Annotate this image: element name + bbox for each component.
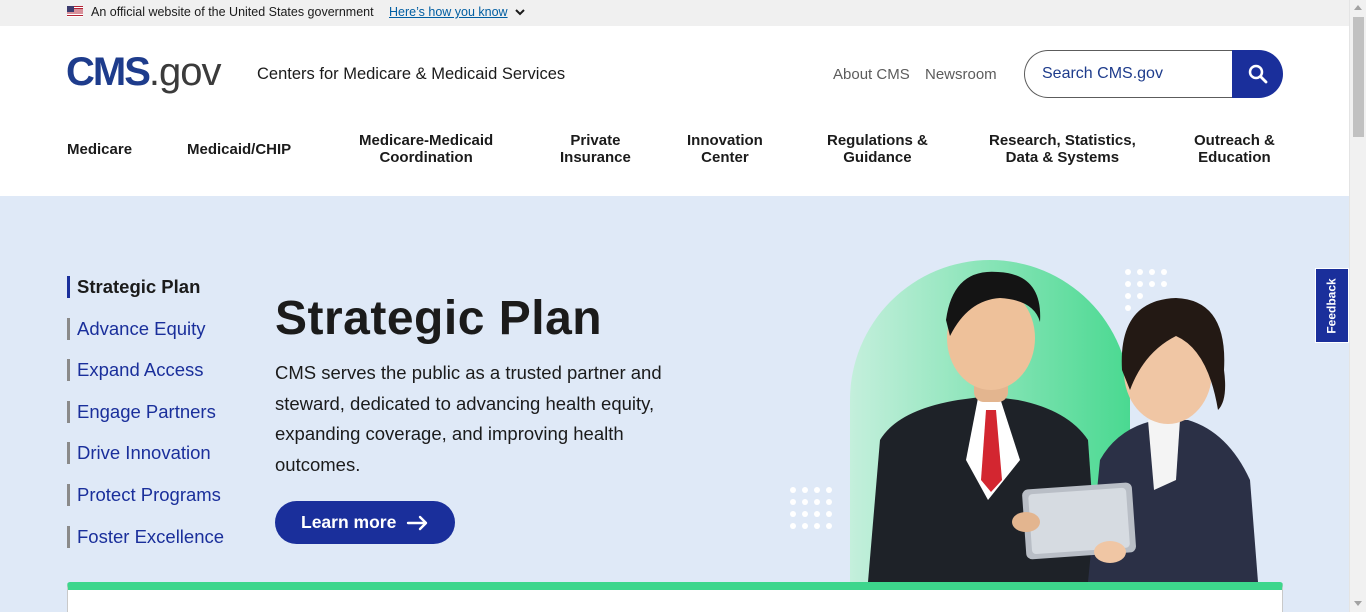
nav-research-statistics[interactable]: Research, Statistics, Data & Systems (989, 132, 1136, 166)
gov-banner-text: An official website of the United States… (91, 5, 374, 19)
learn-more-button[interactable]: Learn more (275, 501, 455, 544)
scroll-thumb[interactable] (1353, 17, 1364, 137)
page-scrollbar[interactable] (1349, 0, 1366, 612)
side-nav-strategic-plan[interactable]: Strategic Plan (67, 276, 224, 298)
hero-people-image (790, 260, 1258, 582)
nav-medicaid-chip[interactable]: Medicaid/CHIP (187, 141, 291, 158)
side-nav-expand-access[interactable]: Expand Access (67, 359, 224, 382)
hero-description: CMS serves the public as a trusted partn… (275, 362, 662, 475)
learn-more-label: Learn more (301, 512, 397, 532)
heres-how-you-know-link[interactable]: Here’s how you know (389, 5, 508, 19)
content-card (67, 582, 1283, 612)
arrow-right-icon (407, 515, 428, 530)
newsroom-link[interactable]: Newsroom (925, 66, 997, 83)
nav-medicare-medicaid-coordination[interactable]: Medicare-Medicaid Coordination (359, 132, 493, 166)
chevron-down-icon[interactable] (513, 5, 527, 19)
logo-gov-text: .gov (148, 50, 222, 94)
nav-outreach-education[interactable]: Outreach & Education (1194, 132, 1275, 166)
us-flag-icon (67, 6, 83, 17)
search-input[interactable] (1024, 50, 1236, 98)
feedback-tab[interactable]: Feedback (1315, 268, 1349, 343)
strategic-plan-side-nav: Strategic Plan Advance Equity Expand Acc… (67, 276, 224, 567)
nav-innovation-center[interactable]: Innovation Center (687, 132, 763, 166)
search-icon (1248, 64, 1267, 84)
feedback-label: Feedback (1325, 277, 1340, 334)
scroll-up-arrow-icon[interactable] (1354, 5, 1362, 10)
gov-banner: An official website of the United States… (0, 0, 1349, 26)
hero-section: Strategic Plan Advance Equity Expand Acc… (0, 196, 1349, 612)
main-nav: Medicare Medicaid/CHIP Medicare-Medicaid… (0, 128, 1349, 178)
search-button[interactable] (1232, 50, 1283, 98)
side-nav-drive-innovation[interactable]: Drive Innovation (67, 442, 224, 465)
side-nav-foster-excellence[interactable]: Foster Excellence (67, 525, 224, 548)
logo-cms-text: CMS (66, 50, 151, 94)
scroll-down-arrow-icon[interactable] (1354, 601, 1362, 606)
hero-title: Strategic Plan (275, 292, 603, 345)
side-nav-protect-programs[interactable]: Protect Programs (67, 483, 224, 506)
cms-logo[interactable]: CMS .gov (66, 51, 221, 93)
about-cms-link[interactable]: About CMS (833, 66, 910, 83)
side-nav-engage-partners[interactable]: Engage Partners (67, 400, 224, 423)
side-nav-advance-equity[interactable]: Advance Equity (67, 317, 224, 340)
nav-regulations-guidance[interactable]: Regulations & Guidance (827, 132, 928, 166)
nav-private-insurance[interactable]: Private Insurance (560, 132, 631, 166)
agency-name: Centers for Medicare & Medicaid Services (257, 65, 566, 83)
nav-medicare[interactable]: Medicare (67, 141, 132, 158)
